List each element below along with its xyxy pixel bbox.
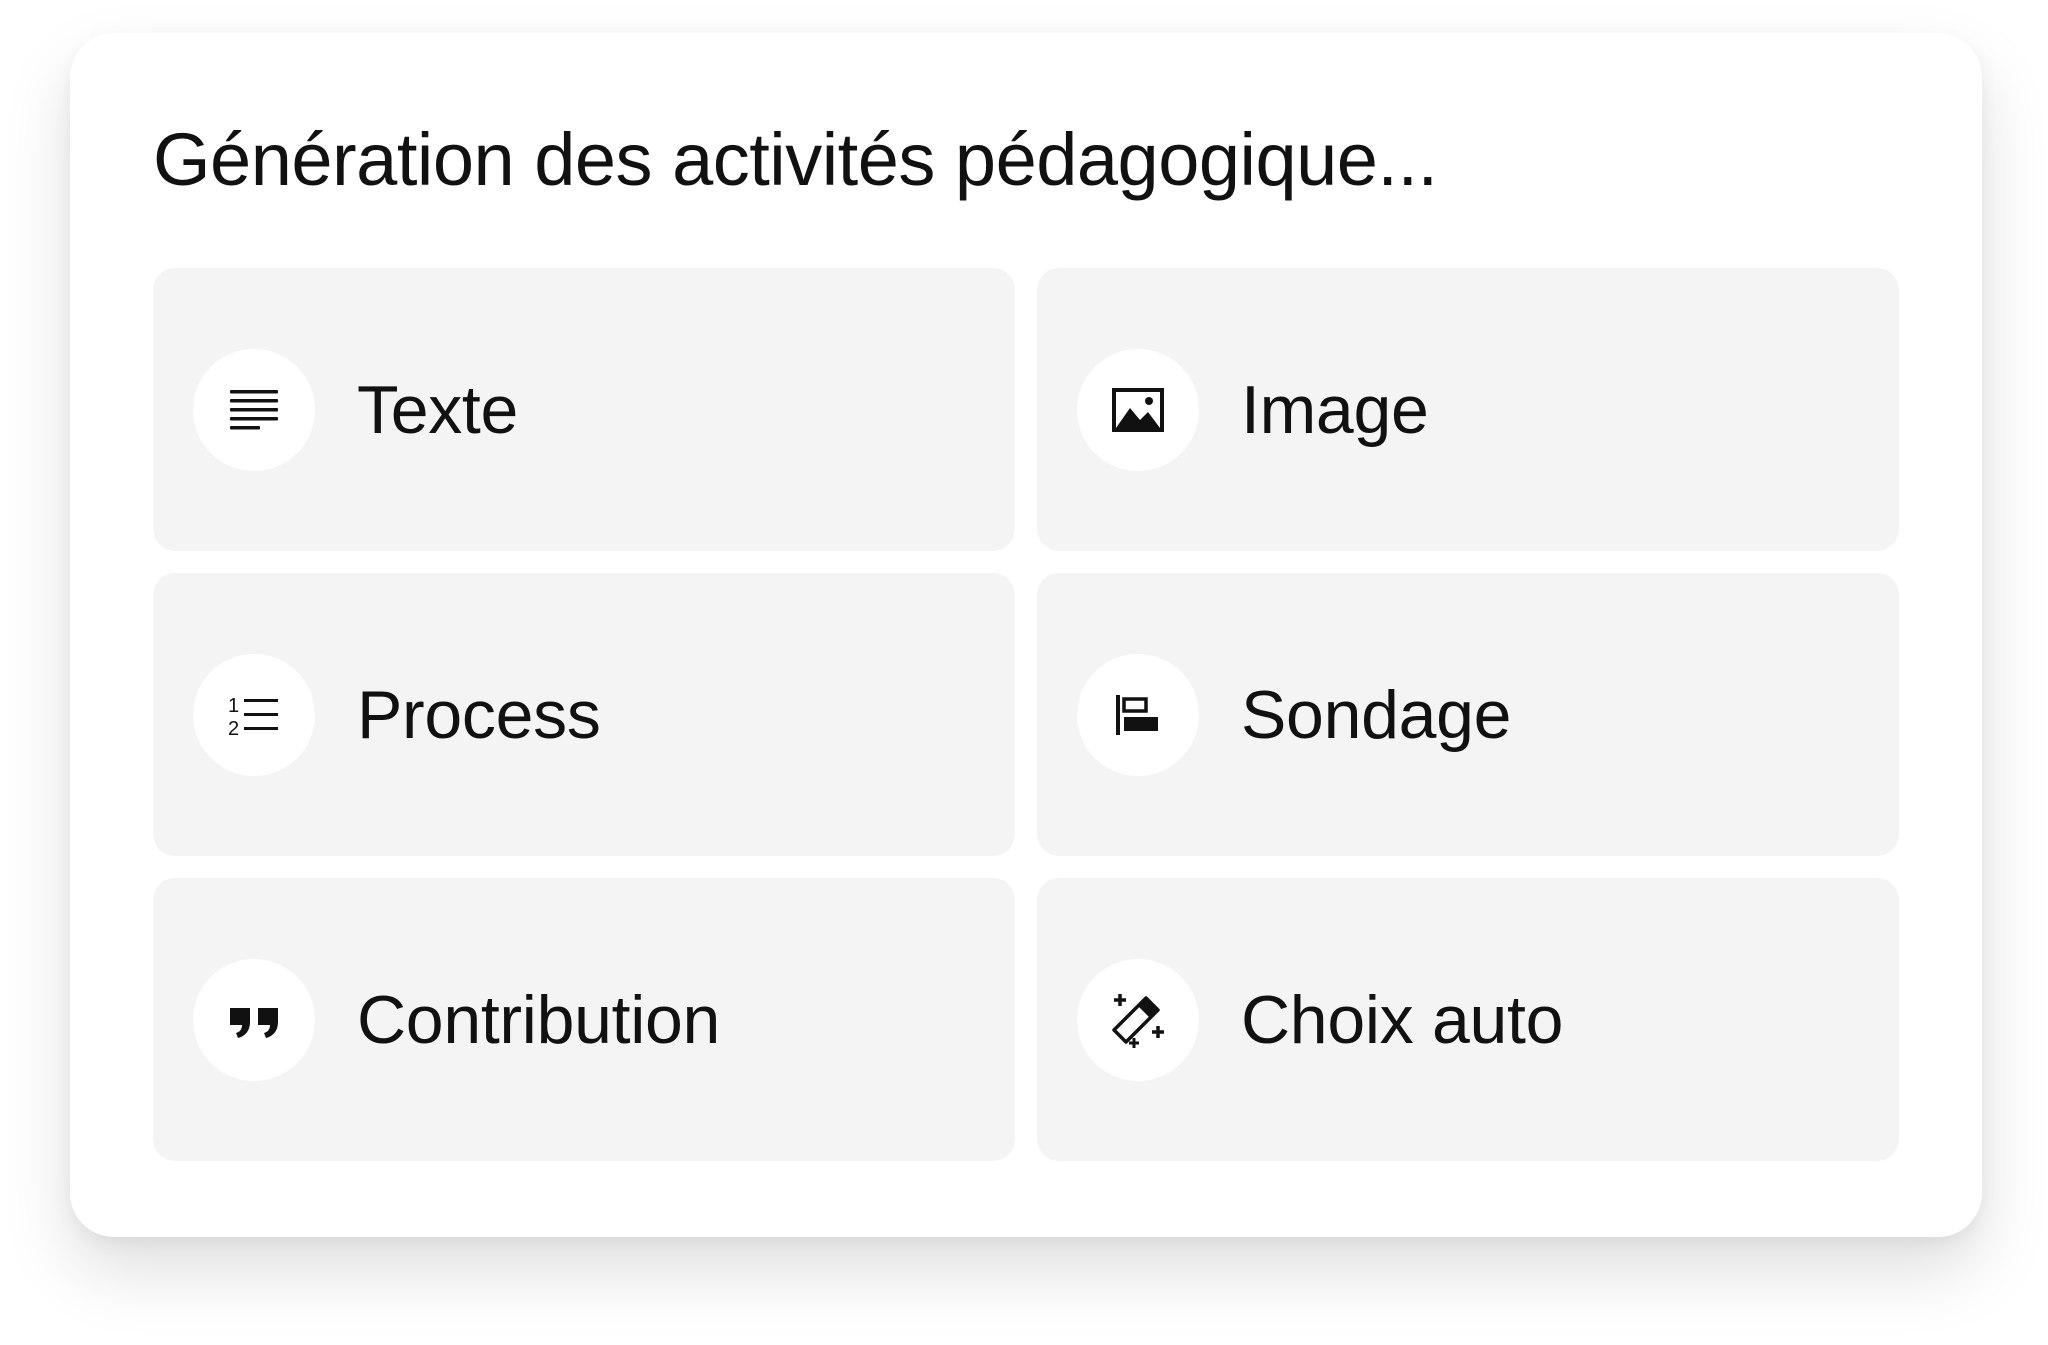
svg-text:2: 2 — [228, 718, 239, 740]
svg-text:1: 1 — [228, 695, 239, 717]
activity-label: Sondage — [1241, 676, 1512, 753]
quote-icon — [193, 958, 315, 1081]
activity-card-choix-auto[interactable]: Choix auto — [1037, 878, 1899, 1161]
numbered-list-icon: 1 2 — [193, 653, 315, 776]
panel-title: Génération des activités pédagogique... — [153, 118, 1438, 201]
activity-card-image[interactable]: Image — [1037, 268, 1899, 551]
activity-label: Texte — [357, 371, 519, 448]
activity-card-process[interactable]: 1 2 Process — [153, 573, 1015, 856]
activity-generation-panel: Génération des activités pédagogique... … — [70, 33, 1982, 1237]
activity-label: Choix auto — [1241, 981, 1564, 1058]
activity-card-sondage[interactable]: Sondage — [1037, 573, 1899, 856]
activity-label: Contribution — [357, 981, 721, 1058]
activity-card-texte[interactable]: Texte — [153, 268, 1015, 551]
activity-label: Image — [1241, 371, 1429, 448]
image-icon — [1077, 348, 1199, 471]
activity-grid: Texte Image 1 2 Process Sondage Contribu… — [153, 268, 1903, 1161]
magic-wand-icon — [1077, 958, 1199, 1081]
poll-bars-icon — [1077, 653, 1199, 776]
text-lines-icon — [193, 348, 315, 471]
activity-label: Process — [357, 676, 601, 753]
activity-card-contribution[interactable]: Contribution — [153, 878, 1015, 1161]
